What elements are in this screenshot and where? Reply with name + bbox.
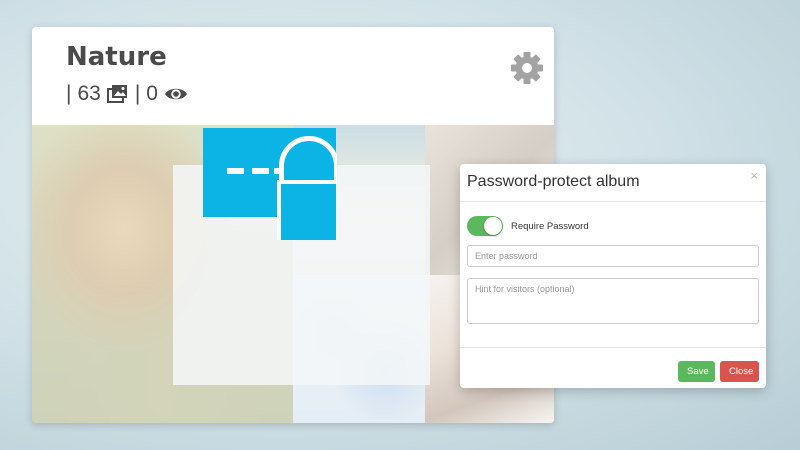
album-stats: | 63 | 0: [66, 82, 188, 106]
gear-icon[interactable]: [510, 51, 544, 85]
require-password-toggle[interactable]: [467, 216, 503, 236]
eye-icon: [164, 85, 188, 103]
save-button[interactable]: Save: [678, 361, 715, 382]
modal-title: Password-protect album: [467, 173, 640, 190]
close-button[interactable]: Close: [720, 361, 759, 382]
close-icon[interactable]: ×: [750, 169, 758, 183]
modal-body: Require Password: [460, 202, 766, 347]
password-lock-icon: [203, 128, 339, 240]
album-title: Nature: [66, 42, 167, 72]
album-header: Nature | 63 | 0: [32, 27, 554, 125]
modal-header: Password-protect album ×: [460, 164, 766, 202]
require-password-label: Require Password: [511, 220, 589, 232]
password-protect-modal: Password-protect album × Require Passwor…: [460, 164, 766, 388]
stats-separator: |: [66, 82, 72, 105]
photo-gallery-icon: [106, 84, 129, 104]
hint-textarea[interactable]: [467, 278, 759, 324]
stats-separator: |: [134, 82, 141, 105]
photo-count: 63: [77, 82, 101, 105]
require-password-row: Require Password: [467, 216, 589, 236]
view-count: 0: [146, 82, 158, 105]
toggle-knob: [484, 217, 502, 235]
modal-footer: Save Close: [460, 347, 766, 388]
password-input[interactable]: [467, 245, 759, 267]
